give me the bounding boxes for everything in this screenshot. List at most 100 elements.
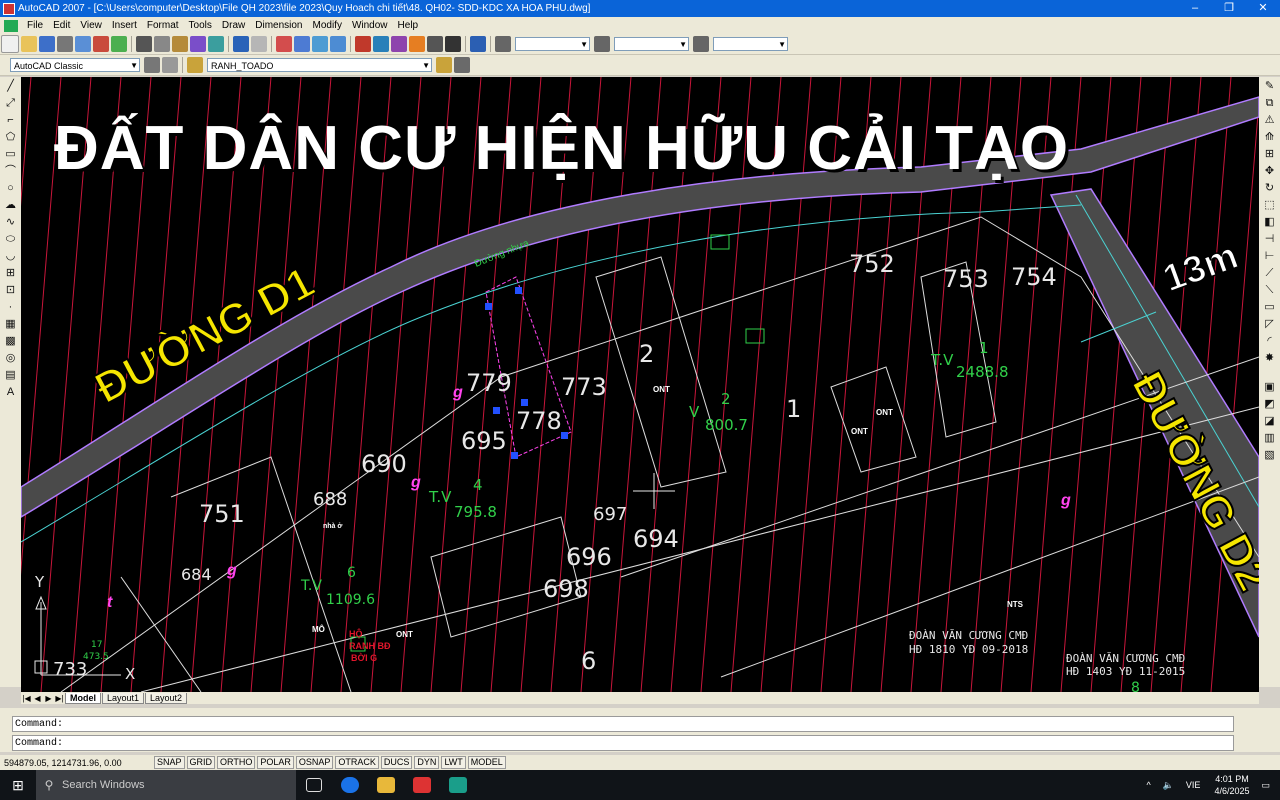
quickcalc-icon[interactable]: [445, 36, 461, 52]
last-tab-icon[interactable]: ▶|: [54, 694, 65, 703]
tab-layout1[interactable]: Layout1: [102, 692, 145, 704]
circle-icon[interactable]: ○: [3, 181, 18, 196]
menu-file[interactable]: File: [22, 20, 48, 31]
make-block-icon[interactable]: ⊡: [3, 283, 18, 298]
workspace-settings-icon[interactable]: [144, 57, 160, 73]
array-icon[interactable]: ⊞: [1262, 147, 1277, 162]
construction-line-icon[interactable]: ⤢: [3, 96, 18, 111]
menu-view[interactable]: View: [75, 20, 107, 31]
multiline-text-icon[interactable]: A: [3, 385, 18, 400]
model-toggle[interactable]: MODEL: [467, 756, 506, 769]
restore-button[interactable]: ❐: [1212, 0, 1246, 17]
fillet-icon[interactable]: ◜: [1262, 334, 1277, 349]
file-explorer-icon[interactable]: [368, 770, 404, 800]
new-icon[interactable]: [1, 35, 19, 53]
menu-insert[interactable]: Insert: [107, 20, 142, 31]
explode-icon[interactable]: ✸: [1262, 351, 1277, 366]
zoom-previous-icon[interactable]: [330, 36, 346, 52]
minimize-button[interactable]: –: [1178, 0, 1212, 17]
mirror-icon[interactable]: ⚠: [1262, 113, 1277, 128]
document-icon[interactable]: [4, 19, 18, 32]
move-icon[interactable]: ✥: [1262, 164, 1277, 179]
arc-icon[interactable]: ⌒: [3, 164, 18, 179]
pan-icon[interactable]: [276, 36, 292, 52]
first-tab-icon[interactable]: |◀: [21, 694, 32, 703]
polar-toggle[interactable]: POLAR: [257, 756, 294, 769]
prev-tab-icon[interactable]: ◀: [32, 694, 43, 703]
ducs-toggle[interactable]: DUCS: [380, 756, 413, 769]
menu-window[interactable]: Window: [347, 20, 393, 31]
block-editor-icon[interactable]: [208, 36, 224, 52]
zoom-window-icon[interactable]: [312, 36, 328, 52]
rotate-icon[interactable]: ↻: [1262, 181, 1277, 196]
draw-order-back-icon[interactable]: ◪: [1262, 414, 1277, 429]
draw-order-above-icon[interactable]: ▥: [1262, 431, 1277, 446]
show-hidden-icons-icon[interactable]: ^: [1146, 780, 1150, 790]
taskbar-search[interactable]: ⚲ Search Windows: [36, 770, 296, 800]
dyn-toggle[interactable]: DYN: [414, 756, 440, 769]
menu-tools[interactable]: Tools: [184, 20, 217, 31]
print-icon[interactable]: [57, 36, 73, 52]
autocad-app-icon[interactable]: [3, 2, 15, 15]
menu-edit[interactable]: Edit: [48, 20, 75, 31]
menu-help[interactable]: Help: [393, 20, 424, 31]
draw-order-below-icon[interactable]: ▧: [1262, 448, 1277, 463]
text-style-select[interactable]: ▼: [515, 37, 590, 51]
layer-select[interactable]: RANH_TOADO ▼: [207, 58, 432, 72]
open-icon[interactable]: [21, 36, 37, 52]
design-center-icon[interactable]: [373, 36, 389, 52]
app-icon[interactable]: [404, 770, 440, 800]
tab-model[interactable]: Model: [65, 692, 101, 704]
zoom-realtime-icon[interactable]: [294, 36, 310, 52]
markup-icon[interactable]: [427, 36, 443, 52]
tool-palettes-icon[interactable]: [391, 36, 407, 52]
revision-cloud-icon[interactable]: ☁: [3, 198, 18, 213]
polygon-icon[interactable]: ⬠: [3, 130, 18, 145]
otrack-toggle[interactable]: OTRACK: [335, 756, 379, 769]
menu-format[interactable]: Format: [142, 20, 184, 31]
menu-dimension[interactable]: Dimension: [250, 20, 307, 31]
sheet-set-icon[interactable]: [409, 36, 425, 52]
autocad-taskbar-icon[interactable]: [440, 770, 476, 800]
dwf-icon[interactable]: [111, 36, 127, 52]
point-icon[interactable]: ·: [3, 300, 18, 315]
windows-start-icon[interactable]: ⊞: [0, 770, 36, 800]
chamfer-icon[interactable]: ◸: [1262, 317, 1277, 332]
command-input[interactable]: Command:: [12, 735, 1234, 751]
ellipse-icon[interactable]: ⬭: [3, 232, 18, 247]
line-icon[interactable]: ╱: [3, 79, 18, 94]
trim-icon[interactable]: ⊣: [1262, 232, 1277, 247]
redo-icon[interactable]: [251, 36, 267, 52]
gradient-icon[interactable]: ▩: [3, 334, 18, 349]
stretch-icon[interactable]: ◧: [1262, 215, 1277, 230]
paste-icon[interactable]: [172, 36, 188, 52]
menu-draw[interactable]: Draw: [217, 20, 250, 31]
copy-object-icon[interactable]: ⧉: [1262, 96, 1277, 111]
match-properties-icon[interactable]: [190, 36, 206, 52]
properties-icon[interactable]: [355, 36, 371, 52]
layer-manager-icon[interactable]: [187, 57, 203, 73]
break-at-point-icon[interactable]: ⟋: [1262, 266, 1277, 281]
menu-modify[interactable]: Modify: [308, 20, 347, 31]
help-icon[interactable]: [470, 36, 486, 52]
tab-layout2[interactable]: Layout2: [145, 692, 188, 704]
close-button[interactable]: ✕: [1246, 0, 1280, 17]
scale-icon[interactable]: ⬚: [1262, 198, 1277, 213]
spline-icon[interactable]: ∿: [3, 215, 18, 230]
drawing-canvas[interactable]: ĐƯỜNG D1 ĐƯỜNG D2 13m Đường nhựa 752 753…: [21, 77, 1259, 692]
save-icon[interactable]: [39, 36, 55, 52]
publish-icon[interactable]: [93, 36, 109, 52]
extend-icon[interactable]: ⊢: [1262, 249, 1277, 264]
grid-toggle[interactable]: GRID: [186, 756, 216, 769]
volume-icon[interactable]: 🔈: [1163, 780, 1174, 791]
dim-style-select[interactable]: ▼: [614, 37, 689, 51]
draw-order-front-icon[interactable]: ◩: [1262, 397, 1277, 412]
break-icon[interactable]: ⟍: [1262, 283, 1277, 298]
zalo-app-icon[interactable]: [332, 770, 368, 800]
make-layer-current-icon[interactable]: [436, 57, 452, 73]
join-icon[interactable]: ▭: [1262, 300, 1277, 315]
next-tab-icon[interactable]: ▶: [43, 694, 54, 703]
dim-style-icon[interactable]: [594, 36, 610, 52]
table-icon[interactable]: ▤: [3, 368, 18, 383]
ellipse-arc-icon[interactable]: ◡: [3, 249, 18, 264]
